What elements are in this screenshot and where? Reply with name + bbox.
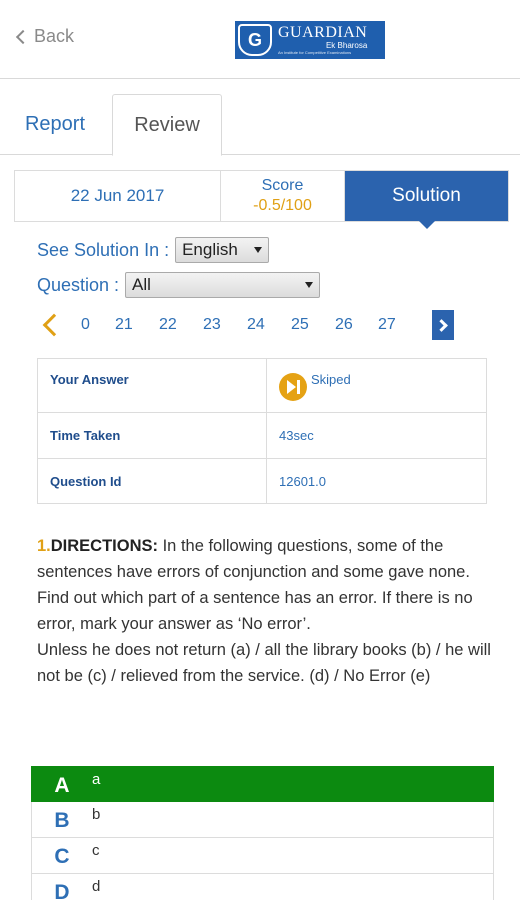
solution-label: Solution [392, 185, 461, 206]
option-letter: A [54, 774, 70, 797]
page-number[interactable]: 23 [203, 316, 221, 334]
info-value: 43sec [266, 412, 487, 459]
option-a[interactable]: A a [31, 766, 494, 802]
guardian-logo: G GUARDIAN Ek Bharosa An Institute for C… [235, 21, 385, 59]
option-text: b [92, 806, 101, 823]
options-list: A a B b C c D d [31, 766, 494, 900]
question-sentence: Unless he does not return (a) / all the … [37, 641, 491, 685]
shield-icon: G [238, 24, 272, 56]
question-text: 1.DIRECTIONS: In the following questions… [37, 533, 495, 689]
question-select[interactable]: All [125, 272, 321, 298]
page-number[interactable]: 0 [81, 316, 90, 334]
question-filter-row: Question : All [37, 272, 321, 298]
chevron-right-icon [434, 318, 448, 332]
option-letter: D [54, 881, 70, 900]
dropdown-arrow-icon [254, 247, 263, 253]
language-row: See Solution In : English [37, 237, 270, 263]
page-number[interactable]: 26 [335, 316, 353, 334]
answer-status: Skiped [311, 372, 351, 387]
option-b[interactable]: B b [31, 802, 494, 838]
score-label: Score [261, 177, 304, 194]
question-filter-label: Question : [37, 274, 120, 295]
dropdown-arrow-icon [305, 282, 314, 288]
chevron-left-icon[interactable] [42, 313, 66, 337]
tab-review[interactable]: Review [112, 94, 222, 156]
info-key: Your Answer [37, 358, 267, 413]
info-key: Question Id [37, 458, 267, 504]
page-number[interactable]: 22 [159, 316, 177, 334]
back-label: Back [34, 26, 75, 46]
next-page-button[interactable] [432, 310, 454, 340]
option-text: a [92, 771, 101, 788]
logo-text: GUARDIAN Ek Bharosa An Institute for Com… [278, 25, 367, 55]
summary-strip: 22 Jun 2017 Score -0.5/100 Solution [14, 170, 509, 229]
page-number[interactable]: 21 [115, 316, 133, 334]
info-value: Skiped [266, 358, 487, 413]
table-row: Question Id 12601.0 [37, 458, 487, 504]
page-number[interactable]: 25 [291, 316, 309, 334]
question-number: 1. [37, 537, 51, 555]
info-value: 12601.0 [266, 458, 487, 504]
table-row: Your Answer Skiped [37, 358, 487, 413]
tab-bar: Report Review [0, 94, 520, 156]
pointer-arrow-icon [418, 221, 435, 229]
answer-info-table: Your Answer Skiped Time Taken 43sec Ques… [37, 358, 487, 504]
language-select[interactable]: English [175, 237, 270, 263]
option-text: c [92, 842, 100, 859]
option-letter: B [54, 809, 70, 832]
logo-subtext: An Institute for Competitive Examination… [278, 50, 352, 55]
skip-icon [279, 373, 307, 401]
info-key: Time Taken [37, 412, 267, 459]
page-number[interactable]: 27 [378, 316, 396, 334]
back-button[interactable]: Back [15, 26, 75, 47]
tab-report[interactable]: Report [0, 94, 110, 155]
question-pager: 0 21 22 23 24 25 26 27 [36, 310, 456, 340]
table-row: Time Taken 43sec [37, 412, 487, 459]
page-number[interactable]: 24 [247, 316, 265, 334]
logo-tagline: Ek Bharosa [325, 41, 368, 50]
test-date: 22 Jun 2017 [15, 171, 221, 221]
logo-name: GUARDIAN [278, 24, 368, 41]
language-label: See Solution In : [37, 239, 170, 260]
directions-label: DIRECTIONS: [50, 537, 159, 555]
chevron-left-icon [15, 29, 31, 45]
score-box: Score -0.5/100 [221, 171, 345, 221]
option-letter: C [54, 845, 70, 868]
language-value: English [182, 240, 238, 259]
question-filter-value: All [132, 275, 151, 294]
option-d[interactable]: D d [31, 874, 494, 900]
solution-button[interactable]: Solution [345, 171, 508, 229]
score-value: -0.5/100 [253, 197, 312, 214]
option-c[interactable]: C c [31, 838, 494, 874]
option-text: d [92, 878, 101, 895]
top-bar: Back G GUARDIAN Ek Bharosa An Institute … [0, 0, 520, 79]
